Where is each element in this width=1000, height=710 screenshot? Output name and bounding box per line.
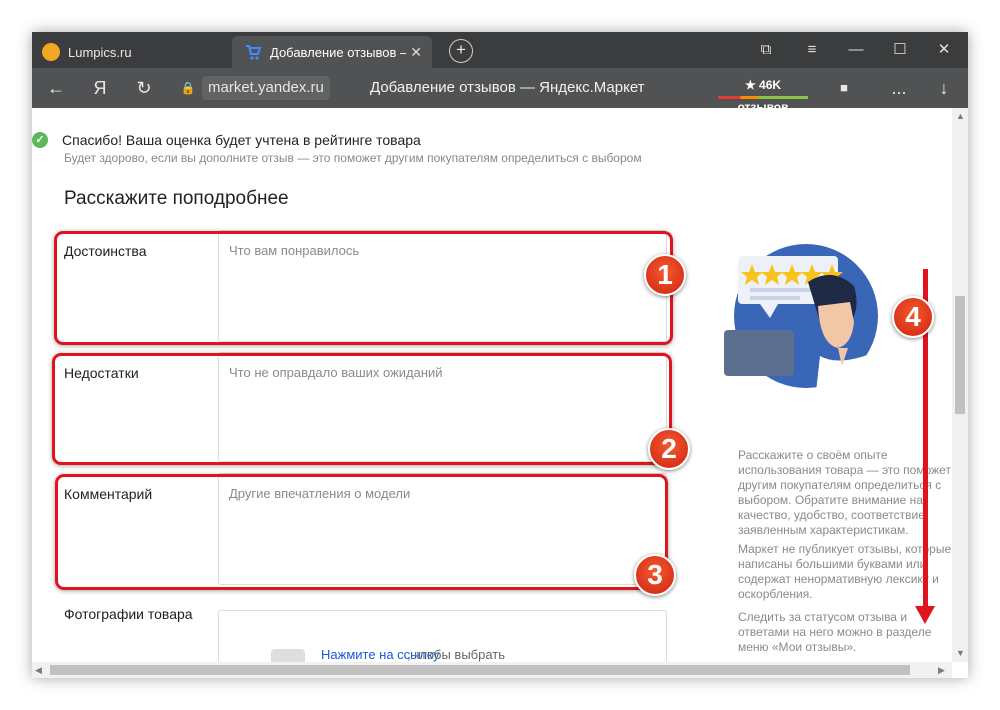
tab-add-reviews[interactable]: Добавление отзывов – ✕ — [232, 36, 432, 68]
tab-title: Lumpics.ru — [68, 44, 132, 60]
tab-title: Добавление отзывов – — [270, 44, 407, 60]
scroll-left-icon[interactable]: ◀ — [35, 665, 42, 676]
scroll-down-arrow-icon — [915, 606, 935, 624]
menu-icon[interactable]: ≡ — [800, 38, 824, 62]
scroll-right-icon[interactable]: ▶ — [938, 665, 945, 676]
photo-upload-text: , чтобы выбрать — [407, 647, 506, 662]
lumpics-favicon-icon — [42, 43, 60, 61]
success-subtext: Будет здорово, если вы дополните отзыв —… — [64, 151, 642, 165]
highlight-frame-pros — [54, 231, 673, 345]
step-badge-4: 4 — [892, 296, 934, 338]
new-tab-button[interactable]: + — [449, 39, 473, 63]
scroll-down-icon[interactable]: ▼ — [956, 648, 965, 658]
back-arrow-icon[interactable]: ← — [42, 74, 70, 102]
close-window-icon[interactable]: ✕ — [932, 38, 956, 62]
maximize-icon[interactable]: ☐ — [888, 38, 912, 62]
yandex-icon[interactable]: Я — [86, 74, 114, 102]
photo-upload-area[interactable]: Нажмите на ссылку , чтобы выбрать — [218, 610, 667, 662]
step-badge-2: 2 — [648, 428, 690, 470]
minimize-icon[interactable]: — — [844, 38, 868, 62]
tab-lumpics[interactable]: Lumpics.ru — [32, 36, 232, 68]
info-text-1: Расскажите о своём опыте использования т… — [738, 448, 951, 537]
page-content: ✓ Спасибо! Ваша оценка будет учтена в ре… — [32, 108, 952, 662]
reviews-rating-bar — [718, 96, 808, 99]
step-badge-1: 1 — [644, 254, 686, 296]
reviewer-illustration — [720, 226, 892, 398]
page-title: Добавление отзывов — Яндекс.Маркет — [370, 79, 645, 96]
bookmarks-panel-icon[interactable]: ⧉ — [754, 38, 778, 62]
tab-close-icon[interactable]: ✕ — [406, 44, 426, 61]
horizontal-scrollbar-thumb[interactable] — [50, 665, 910, 675]
url-field[interactable]: market.yandex.ru — [202, 76, 330, 100]
reload-icon[interactable]: ↻ — [130, 74, 158, 102]
highlight-frame-comment — [55, 474, 668, 590]
success-message: Спасибо! Ваша оценка будет учтена в рейт… — [62, 132, 421, 148]
step-badge-3: 3 — [634, 554, 676, 596]
bookmark-icon[interactable]: ■ — [830, 74, 858, 102]
browser-window: Lumpics.ru Добавление отзывов – ✕ + ⧉ ≡ … — [32, 32, 968, 678]
download-icon[interactable]: ↓ — [930, 74, 958, 102]
vertical-scrollbar-thumb[interactable] — [955, 296, 965, 414]
photos-label: Фотографии товара — [64, 606, 193, 622]
reviews-count-badge[interactable]: ★ 46K отзывов — [718, 74, 808, 114]
title-bar: Lumpics.ru Добавление отзывов – ✕ + ⧉ ≡ … — [32, 32, 968, 68]
vertical-scrollbar[interactable]: ▲ ▼ — [952, 108, 968, 662]
check-icon: ✓ — [32, 132, 48, 148]
highlight-frame-cons — [52, 353, 672, 465]
horizontal-scrollbar[interactable]: ◀ ▶ — [32, 662, 952, 678]
scroll-up-icon[interactable]: ▲ — [956, 111, 965, 121]
camera-icon — [271, 649, 305, 662]
more-icon[interactable]: ... — [885, 74, 913, 102]
market-cart-icon — [244, 43, 262, 61]
lock-icon: 🔒 — [180, 81, 196, 95]
section-title: Расскажите поподробнее — [64, 188, 289, 209]
address-bar: ← Я ↻ 🔒 market.yandex.ru Добавление отзы… — [32, 68, 968, 114]
info-text-2: Маркет не публикует отзывы, которые напи… — [738, 542, 952, 601]
